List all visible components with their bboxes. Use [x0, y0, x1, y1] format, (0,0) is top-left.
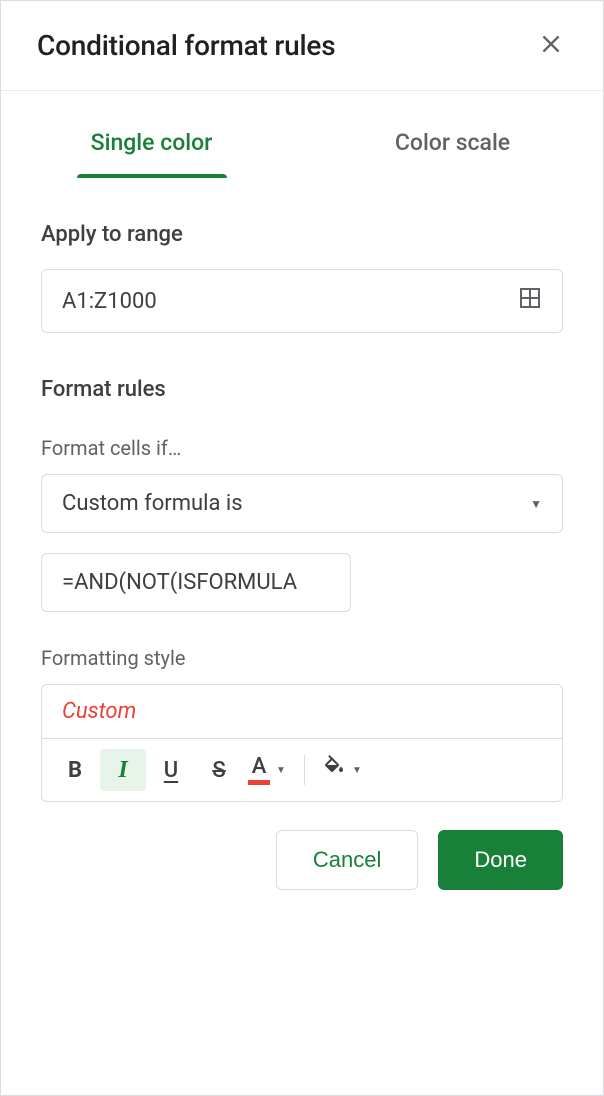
format-rules-label: Format rules — [41, 377, 563, 402]
style-box: Custom B I U S A ▼ ▼ — [41, 684, 563, 802]
condition-label: Format cells if… — [41, 436, 563, 460]
chevron-down-icon: ▼ — [352, 765, 362, 776]
apply-range-label: Apply to range — [41, 222, 563, 247]
close-icon — [538, 31, 564, 61]
range-value: A1:Z1000 — [62, 289, 157, 314]
style-preview[interactable]: Custom — [42, 685, 562, 739]
text-color-button[interactable]: A ▼ — [244, 749, 290, 791]
formula-input[interactable]: =AND(NOT(ISFORMULA — [41, 553, 351, 612]
condition-value: Custom formula is — [62, 491, 243, 516]
cancel-button[interactable]: Cancel — [276, 830, 418, 890]
tab-color-scale[interactable]: Color scale — [302, 111, 603, 178]
toolbar-divider — [304, 755, 305, 785]
tabs: Single color Color scale — [1, 91, 603, 178]
underline-button[interactable]: U — [148, 749, 194, 791]
close-button[interactable] — [535, 30, 567, 62]
chevron-down-icon: ▼ — [276, 765, 286, 776]
tab-single-color[interactable]: Single color — [1, 111, 302, 178]
italic-button[interactable]: I — [100, 749, 146, 791]
grid-icon — [518, 286, 542, 316]
formatting-style-label: Formatting style — [41, 646, 563, 670]
text-color-indicator — [248, 780, 270, 785]
text-color-icon: A — [252, 756, 267, 778]
range-input[interactable]: A1:Z1000 — [41, 269, 563, 333]
format-toolbar: B I U S A ▼ ▼ — [42, 739, 562, 801]
strikethrough-button[interactable]: S — [196, 749, 242, 791]
condition-dropdown[interactable]: Custom formula is ▼ — [41, 474, 563, 533]
bold-button[interactable]: B — [52, 749, 98, 791]
chevron-down-icon: ▼ — [530, 497, 542, 511]
panel-title: Conditional format rules — [37, 29, 335, 62]
done-button[interactable]: Done — [438, 830, 563, 890]
fill-color-button[interactable]: ▼ — [319, 749, 365, 791]
paint-bucket-icon — [322, 755, 346, 785]
